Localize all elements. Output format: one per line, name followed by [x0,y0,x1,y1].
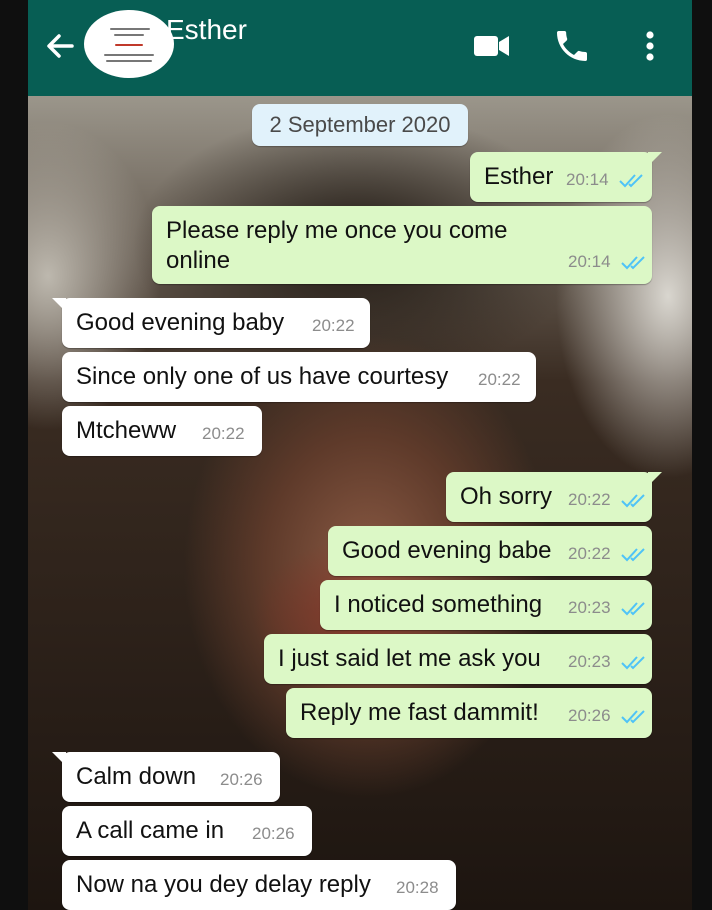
avatar-text-line [110,28,150,30]
message-time: 20:22 [568,490,611,509]
contact-avatar[interactable] [84,10,174,78]
outgoing-message[interactable]: Oh sorry 20:22 [446,472,662,522]
incoming-message[interactable]: Since only one of us have courtesy 20:22 [62,352,536,402]
avatar-text-line [104,54,154,56]
message-time: 20:26 [220,770,263,789]
message-text: Calm down [76,763,197,790]
more-options-icon[interactable] [630,26,670,66]
read-receipt-icon [621,710,645,724]
outgoing-message[interactable]: Please reply me once you come online 20:… [152,206,652,284]
outgoing-message[interactable]: I just said let me ask you 20:23 [264,634,652,684]
message-time: 20:14 [566,170,609,189]
incoming-message[interactable]: Now na you dey delay reply 20:28 [62,860,456,910]
screen-border-right [692,0,712,910]
message-text: Reply me fast dammit! [300,699,539,726]
message-time: 20:22 [202,424,245,443]
bubble-tail [52,298,66,312]
message-time: 20:28 [396,878,439,897]
message-text: Oh sorry [460,483,553,510]
message-text: Mtcheww [76,417,177,444]
outgoing-message[interactable]: Esther 20:14 [470,152,662,202]
chat-screen: Esther 2 September 2020 Esther 20:14 Ple… [28,0,692,910]
chat-background: 2 September 2020 Esther 20:14 Please rep… [28,96,692,910]
message-time: 20:14 [568,252,611,271]
back-arrow-icon[interactable] [42,28,78,64]
incoming-message[interactable]: Calm down 20:26 [52,752,280,802]
video-call-icon[interactable] [472,26,512,66]
outgoing-message[interactable]: I noticed something 20:23 [320,580,652,630]
bubble-tail [52,752,66,766]
screen-border-left [0,0,28,910]
message-text: Esther [484,163,554,190]
message-text: I noticed something [334,591,543,618]
read-receipt-icon [621,256,645,270]
message-text: Since only one of us have courtesy [76,363,449,390]
message-time: 20:23 [568,598,611,617]
avatar-text-line [114,34,144,36]
avatar-text-line [106,60,152,62]
message-time: 20:26 [252,824,295,843]
outgoing-message[interactable]: Good evening babe 20:22 [328,526,652,576]
bubble-tail [648,152,662,166]
message-time: 20:23 [568,652,611,671]
message-text: Now na you dey delay reply [76,871,371,898]
message-time: 20:22 [478,370,521,389]
message-text: Please reply me once you come online [166,217,508,274]
outgoing-message[interactable]: Reply me fast dammit! 20:26 [286,688,652,738]
phone-call-icon[interactable] [552,26,592,66]
incoming-message[interactable]: A call came in 20:26 [62,806,312,856]
message-time: 20:22 [312,316,355,335]
message-time: 20:22 [568,544,611,563]
date-divider: 2 September 2020 [252,104,468,146]
incoming-message[interactable]: Mtcheww 20:22 [62,406,262,456]
incoming-message[interactable]: Good evening baby 20:22 [52,298,370,348]
message-text: A call came in [76,817,225,844]
read-receipt-icon [621,602,645,616]
message-text: I just said let me ask you [278,645,541,672]
read-receipt-icon [621,494,645,508]
contact-name[interactable]: Esther [166,14,247,46]
message-text: Good evening baby [76,309,285,336]
message-time: 20:26 [568,706,611,725]
bubble-tail [648,472,662,486]
chat-header: Esther [28,0,692,96]
read-receipt-icon [621,548,645,562]
message-text: Good evening babe [342,537,552,564]
read-receipt-icon [621,656,645,670]
avatar-text-line [115,44,143,46]
read-receipt-icon [619,174,643,188]
